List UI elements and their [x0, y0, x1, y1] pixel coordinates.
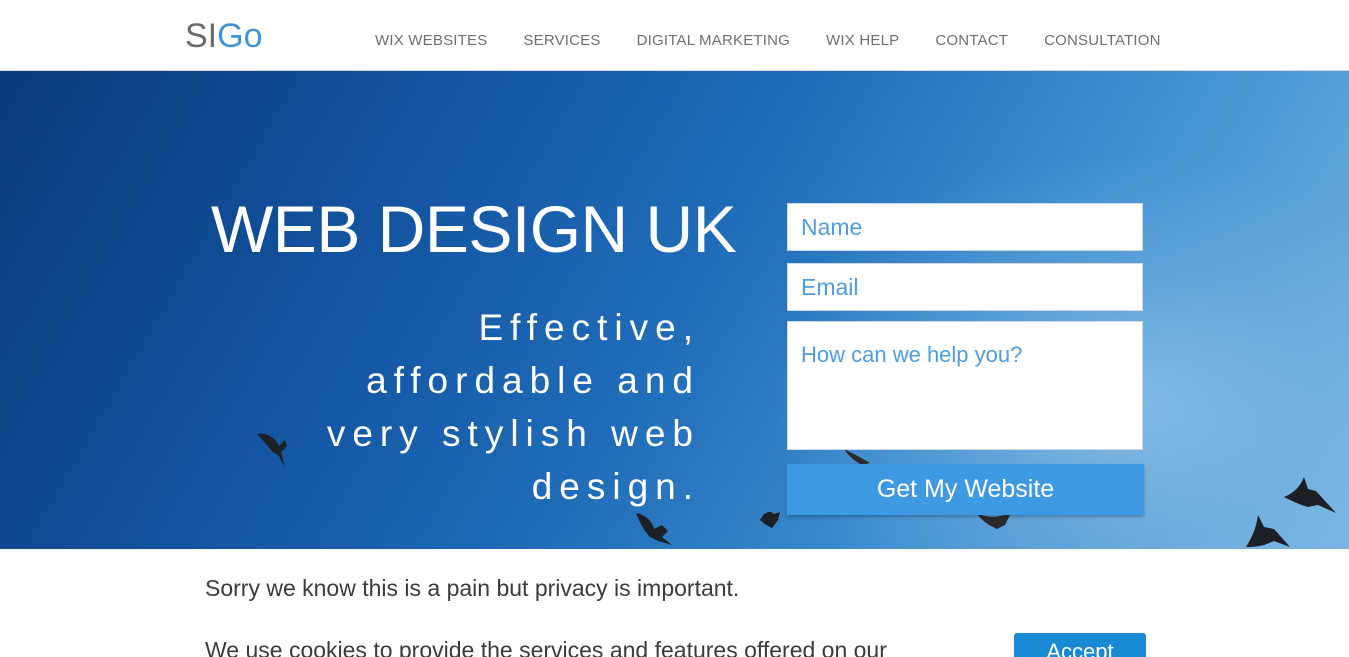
hero-subtitle: Effective, affordable and very stylish w…: [260, 301, 700, 513]
name-input[interactable]: [787, 203, 1143, 251]
logo-text-si: SI: [185, 17, 218, 55]
hero-section: WEB DESIGN UK Effective, affordable and …: [0, 71, 1349, 549]
hero-subtitle-line: Effective,: [478, 307, 700, 348]
cookie-body-text: We use cookies to provide the services a…: [205, 637, 887, 657]
bird-image: [636, 513, 672, 545]
cookie-title: Sorry we know this is a pain but privacy…: [205, 575, 740, 601]
get-my-website-button[interactable]: Get My Website: [787, 464, 1144, 515]
hero-title: WEB DESIGN UK: [211, 192, 737, 266]
nav-item-contact[interactable]: CONTACT: [935, 31, 1008, 51]
cookie-banner: Sorry we know this is a pain but privacy…: [0, 549, 1349, 657]
nav-item-wix-help[interactable]: WIX HELP: [826, 31, 899, 51]
site-header: SIGo WIX WEBSITES SERVICES DIGITAL MARKE…: [0, 0, 1349, 71]
hero-subtitle-line: very stylish web: [326, 413, 700, 454]
email-input[interactable]: [787, 263, 1143, 311]
bird-image: [1246, 515, 1290, 547]
site-logo[interactable]: SIGo: [185, 16, 262, 56]
message-textarea[interactable]: [787, 321, 1143, 450]
nav-item-services[interactable]: SERVICES: [523, 31, 600, 51]
accept-cookies-button[interactable]: Accept: [1014, 633, 1146, 657]
nav-item-consultation[interactable]: CONSULTATION: [1044, 31, 1161, 51]
hero-subtitle-line: affordable and: [366, 360, 700, 401]
nav-item-wix-websites[interactable]: WIX WEBSITES: [375, 31, 487, 51]
logo-text-go: Go: [217, 17, 263, 55]
hero-subtitle-line: design.: [531, 466, 700, 507]
bird-image: [760, 512, 780, 528]
main-nav: WIX WEBSITES SERVICES DIGITAL MARKETING …: [357, 31, 1179, 51]
nav-item-digital-marketing[interactable]: DIGITAL MARKETING: [637, 31, 790, 51]
